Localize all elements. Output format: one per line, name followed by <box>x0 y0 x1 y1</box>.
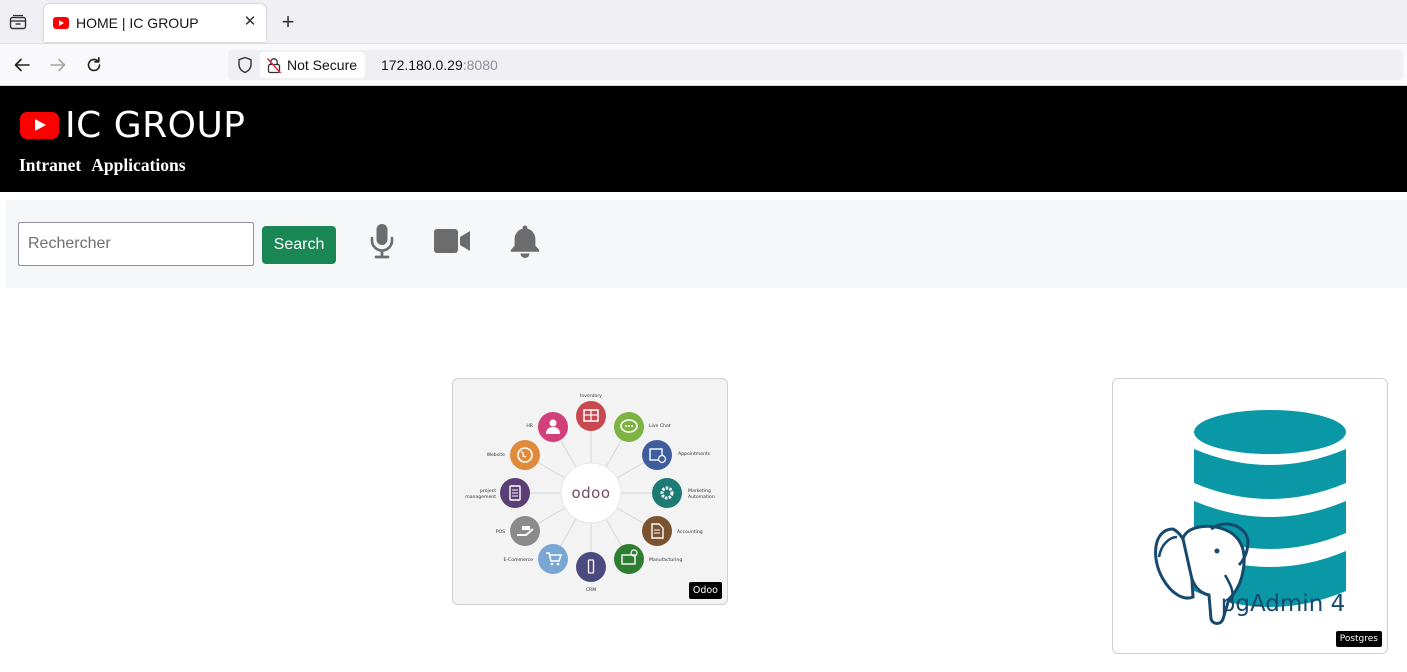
module-label-website: Website <box>487 452 505 458</box>
brand-name: IC GROUP <box>65 105 246 146</box>
module-label-pos: POS <box>496 529 505 535</box>
bell-icon[interactable] <box>508 222 542 260</box>
search-input[interactable] <box>18 222 254 266</box>
odoo-logo-text: odoo <box>571 484 610 502</box>
module-inventory-icon <box>576 401 606 431</box>
insecure-lock-icon <box>266 57 282 74</box>
address-bar[interactable]: Not Secure 172.180.0.29:8080 <box>228 50 1403 80</box>
youtube-favicon-icon <box>53 17 69 29</box>
module-crm-icon <box>576 552 606 582</box>
module-label-crm: CRM <box>586 587 596 593</box>
back-arrow-icon[interactable] <box>10 53 34 77</box>
menu-item-applications[interactable]: Applications <box>91 155 185 176</box>
module-ecommerce-icon <box>538 544 568 574</box>
close-tab-icon[interactable]: ✕ <box>242 14 258 30</box>
tab-title: HOME | IC GROUP <box>76 15 199 31</box>
module-project-icon <box>500 478 530 508</box>
pgadmin-logo-text: pgAdmin 4 <box>1221 591 1345 617</box>
module-label-inventory: Inventory <box>580 393 602 399</box>
browser-nav-bar: Not Secure 172.180.0.29:8080 <box>0 44 1407 86</box>
shield-icon[interactable] <box>236 56 254 74</box>
odoo-modules-diagram: odoo Inventory Live Chat Appointments Ma… <box>465 393 715 593</box>
module-label-management: management <box>465 494 496 500</box>
browser-tab-active[interactable]: HOME | IC GROUP ✕ <box>44 4 266 42</box>
module-appointments-icon <box>642 440 672 470</box>
app-card-postgres[interactable]: pgAdmin 4 Postgres <box>1112 378 1388 654</box>
module-website-icon <box>510 440 540 470</box>
pgadmin-logo: pgAdmin 4 <box>1154 410 1346 625</box>
search-toolbar: Search <box>6 200 1407 288</box>
app-label-postgres: Postgres <box>1335 631 1382 647</box>
module-label-appointments: Appointments <box>678 451 711 457</box>
youtube-logo-icon <box>20 112 59 139</box>
brand[interactable]: IC GROUP <box>20 105 246 146</box>
module-label-hr: HR <box>526 423 533 429</box>
forward-arrow-icon[interactable] <box>46 53 70 77</box>
module-label-accounting: Accounting <box>677 529 703 535</box>
url-port: :8080 <box>462 57 498 73</box>
microphone-icon[interactable] <box>368 222 396 260</box>
security-label: Not Secure <box>287 57 358 73</box>
module-label-manufacturing: Manufacturing <box>649 557 682 563</box>
url-text: 172.180.0.29:8080 <box>381 57 498 73</box>
app-card-odoo[interactable]: odoo Inventory Live Chat Appointments Ma… <box>452 378 728 605</box>
menu-item-intranet[interactable]: Intranet <box>19 155 81 176</box>
module-marketing-automation-icon <box>652 478 682 508</box>
module-live-chat-icon <box>614 412 644 442</box>
url-host: 172.180.0.29 <box>381 57 463 73</box>
browser-tab-bar: HOME | IC GROUP ✕ + <box>0 0 1407 44</box>
module-label-automation: Automation <box>688 494 715 500</box>
module-label-live-chat: Live Chat <box>649 423 671 429</box>
not-secure-indicator[interactable]: Not Secure <box>260 52 366 78</box>
module-manufacturing-icon <box>614 544 644 574</box>
tab-list-icon[interactable] <box>6 10 30 34</box>
module-hr-icon <box>538 412 568 442</box>
module-label-ecommerce: E-Commerce <box>504 557 534 563</box>
search-button[interactable]: Search <box>262 226 336 264</box>
module-accounting-icon <box>642 516 672 546</box>
app-label-odoo: Odoo <box>688 582 722 599</box>
new-tab-icon[interactable]: + <box>278 11 298 33</box>
reload-icon[interactable] <box>82 53 106 77</box>
video-camera-icon[interactable] <box>432 227 472 255</box>
module-pos-icon <box>510 516 540 546</box>
main-menu: Intranet Applications <box>19 155 196 176</box>
module-label-project: project <box>480 488 496 494</box>
site-header: IC GROUP Intranet Applications <box>0 86 1407 192</box>
module-label-marketing: Marketing <box>688 488 711 494</box>
